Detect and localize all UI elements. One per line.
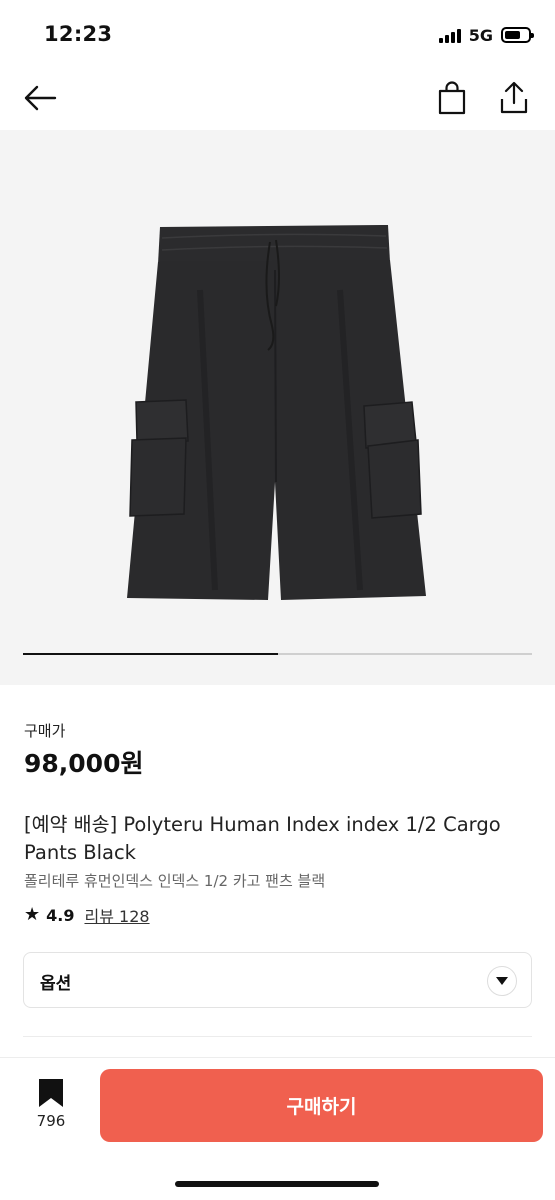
shopping-bag-icon	[438, 81, 466, 115]
star-icon: ★	[24, 904, 41, 925]
status-time: 12:23	[44, 22, 113, 46]
share-button[interactable]	[494, 78, 534, 118]
arrow-left-icon	[24, 85, 57, 111]
product-subtitle-korean: 폴리테루 휴먼인덱스 인덱스 1/2 카고 팬츠 블랙	[24, 872, 326, 890]
status-indicators: 5G	[438, 24, 534, 46]
option-select[interactable]: 옵션	[23, 952, 532, 1008]
share-icon	[500, 81, 528, 114]
price-value: 98,000원	[24, 749, 144, 778]
rating-value: 4.9	[46, 905, 75, 925]
bookmark-button[interactable]: 796	[22, 1078, 80, 1138]
back-button[interactable]	[20, 78, 60, 118]
network-type: 5G	[468, 25, 493, 45]
option-label: 옵션	[40, 974, 72, 994]
chevron-down-icon	[487, 966, 517, 996]
home-indicator	[175, 1181, 379, 1187]
shopping-bag-button[interactable]	[432, 78, 472, 118]
product-image-carousel[interactable]	[0, 130, 555, 685]
price-label: 구매가	[24, 722, 66, 740]
review-link[interactable]: 리뷰 128	[84, 903, 149, 927]
carousel-progress-bar	[23, 653, 532, 655]
signal-icon	[438, 27, 461, 43]
divider	[23, 1036, 532, 1037]
product-title: [예약 배송] Polyteru Human Index index 1/2 C…	[24, 813, 501, 864]
buy-button[interactable]: 구매하기	[100, 1069, 543, 1142]
bookmark-icon	[39, 1079, 63, 1107]
top-nav-bar	[0, 64, 555, 130]
status-bar: 12:23 5G	[0, 0, 555, 64]
bookmark-count: 796	[36, 1112, 66, 1130]
product-image-shorts	[127, 225, 426, 600]
rating-row: ★ 4.9 리뷰 128	[24, 903, 150, 927]
battery-icon	[501, 27, 534, 43]
